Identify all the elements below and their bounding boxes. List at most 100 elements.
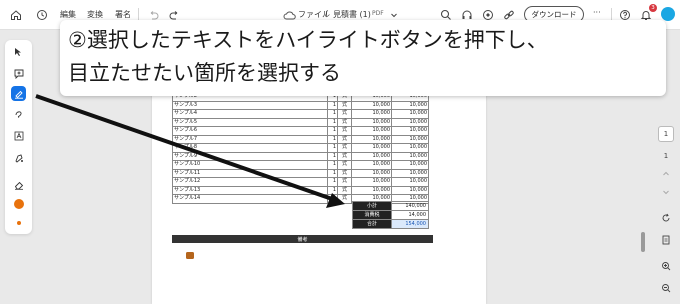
item-price-cell[interactable]: 10,000: [351, 177, 392, 187]
stroke-size-icon[interactable]: [11, 215, 26, 230]
table-row: サンプル11 1 式 10,000 10,000: [172, 168, 429, 178]
item-amount-cell[interactable]: 10,000: [391, 151, 429, 161]
item-price-cell[interactable]: 10,000: [351, 100, 392, 110]
home-icon[interactable]: [8, 7, 24, 23]
stamp-icon[interactable]: [11, 150, 26, 165]
breadcrumb-separator: /: [325, 9, 328, 18]
item-amount-cell[interactable]: 10,000: [391, 143, 429, 153]
item-qty-cell[interactable]: 1: [327, 117, 338, 127]
add-comment-icon[interactable]: [11, 66, 26, 81]
item-unit-cell[interactable]: 式: [337, 100, 352, 110]
item-qty-cell[interactable]: 1: [327, 151, 338, 161]
item-price-cell[interactable]: 10,000: [351, 126, 392, 136]
color-swatch: [13, 198, 24, 209]
avatar[interactable]: [661, 7, 675, 21]
chevron-down-icon[interactable]: [658, 184, 674, 200]
item-name-cell[interactable]: サンプル7: [172, 134, 328, 144]
item-name-cell[interactable]: サンプル10: [172, 160, 328, 170]
item-qty-cell[interactable]: 1: [327, 160, 338, 170]
item-unit-cell[interactable]: 式: [337, 126, 352, 136]
document-type: PDF: [372, 10, 384, 17]
table-row: サンプル10 1 式 10,000 10,000: [172, 160, 429, 170]
freehand-draw-icon[interactable]: [11, 106, 26, 121]
item-unit-cell[interactable]: 式: [337, 109, 352, 119]
highlight-tool-icon[interactable]: [11, 86, 26, 101]
item-price-cell[interactable]: 10,000: [351, 134, 392, 144]
document-name[interactable]: 見積書 (1): [333, 9, 371, 20]
notification-badge: 3: [649, 4, 657, 12]
item-price-cell[interactable]: 10,000: [351, 185, 392, 195]
item-amount-cell[interactable]: 10,000: [391, 126, 429, 136]
item-amount-cell[interactable]: 10,000: [391, 168, 429, 178]
chevron-up-icon[interactable]: [658, 166, 674, 182]
more-options-button[interactable]: ···: [593, 8, 601, 17]
item-price-cell[interactable]: 10,000: [351, 117, 392, 127]
menu-edit[interactable]: 編集: [60, 9, 76, 20]
page-thumbnail-icon[interactable]: [658, 232, 674, 248]
item-amount-cell[interactable]: 10,000: [391, 177, 429, 187]
item-qty-cell[interactable]: 1: [327, 134, 338, 144]
item-qty-cell[interactable]: 1: [327, 185, 338, 195]
item-name-cell[interactable]: サンプル12: [172, 177, 328, 187]
refresh-icon[interactable]: [658, 210, 674, 226]
item-unit-cell[interactable]: 式: [337, 151, 352, 161]
scrollbar-thumb[interactable]: [641, 232, 645, 252]
item-name-cell[interactable]: サンプル9: [172, 151, 328, 161]
menu-convert[interactable]: 変換: [87, 9, 103, 20]
item-qty-cell[interactable]: 1: [327, 177, 338, 187]
menu-sign[interactable]: 署名: [115, 9, 131, 20]
vertical-scrollbar[interactable]: [640, 92, 646, 304]
total-value-highlighted[interactable]: 154,000: [391, 219, 429, 229]
item-qty-cell[interactable]: 1: [327, 194, 338, 204]
item-price-cell[interactable]: 10,000: [351, 160, 392, 170]
item-qty-cell[interactable]: 1: [327, 109, 338, 119]
item-name-cell[interactable]: サンプル6: [172, 126, 328, 136]
item-amount-cell[interactable]: 10,000: [391, 109, 429, 119]
subtotal-row: 小計 140,000: [352, 201, 429, 211]
item-name-cell[interactable]: サンプル5: [172, 117, 328, 127]
total-row: 合計 154,000: [352, 219, 429, 229]
item-unit-cell[interactable]: 式: [337, 117, 352, 127]
text-box-icon[interactable]: [11, 128, 26, 143]
comment-icon[interactable]: [186, 252, 194, 259]
item-amount-cell[interactable]: 10,000: [391, 117, 429, 127]
eraser-icon[interactable]: [11, 177, 26, 192]
tax-label: 消費税: [352, 210, 392, 220]
item-price-cell[interactable]: 10,000: [351, 143, 392, 153]
totals-table: 小計 140,000 消費税 14,000 合計 154,000: [352, 201, 429, 229]
pdf-page: サンプル2 1 式 10,000 10,000 サンプル3 1 式 10,000 10,000 サン…: [152, 92, 486, 304]
clock-icon[interactable]: [34, 7, 50, 23]
item-amount-cell[interactable]: 10,000: [391, 134, 429, 144]
subtotal-value[interactable]: 140,000: [391, 201, 429, 211]
item-name-cell[interactable]: サンプル3: [172, 100, 328, 110]
item-price-cell[interactable]: 10,000: [351, 151, 392, 161]
item-qty-cell[interactable]: 1: [327, 168, 338, 178]
select-cursor-icon[interactable]: [11, 44, 26, 59]
color-picker-icon[interactable]: [11, 196, 26, 211]
item-name-cell[interactable]: サンプル8: [172, 143, 328, 153]
item-unit-cell[interactable]: 式: [337, 194, 352, 204]
zoom-out-icon[interactable]: [658, 280, 674, 296]
item-unit-cell[interactable]: 式: [337, 160, 352, 170]
item-qty-cell[interactable]: 1: [327, 143, 338, 153]
subtotal-label: 小計: [352, 201, 392, 211]
item-unit-cell[interactable]: 式: [337, 134, 352, 144]
item-name-cell[interactable]: サンプル4: [172, 109, 328, 119]
item-price-cell[interactable]: 10,000: [351, 109, 392, 119]
item-unit-cell[interactable]: 式: [337, 168, 352, 178]
page-number-current[interactable]: 1: [658, 126, 674, 142]
item-qty-cell[interactable]: 1: [327, 100, 338, 110]
item-unit-cell[interactable]: 式: [337, 177, 352, 187]
item-unit-cell[interactable]: 式: [337, 185, 352, 195]
item-name-cell[interactable]: サンプル11: [172, 168, 328, 178]
item-name-cell[interactable]: サンプル13: [172, 185, 328, 195]
item-price-cell[interactable]: 10,000: [351, 168, 392, 178]
item-name-cell[interactable]: サンプル14: [172, 194, 328, 204]
item-amount-cell[interactable]: 10,000: [391, 160, 429, 170]
item-unit-cell[interactable]: 式: [337, 143, 352, 153]
item-amount-cell[interactable]: 10,000: [391, 185, 429, 195]
zoom-in-icon[interactable]: [658, 258, 674, 274]
item-amount-cell[interactable]: 10,000: [391, 100, 429, 110]
item-qty-cell[interactable]: 1: [327, 126, 338, 136]
tax-value[interactable]: 14,000: [391, 210, 429, 220]
